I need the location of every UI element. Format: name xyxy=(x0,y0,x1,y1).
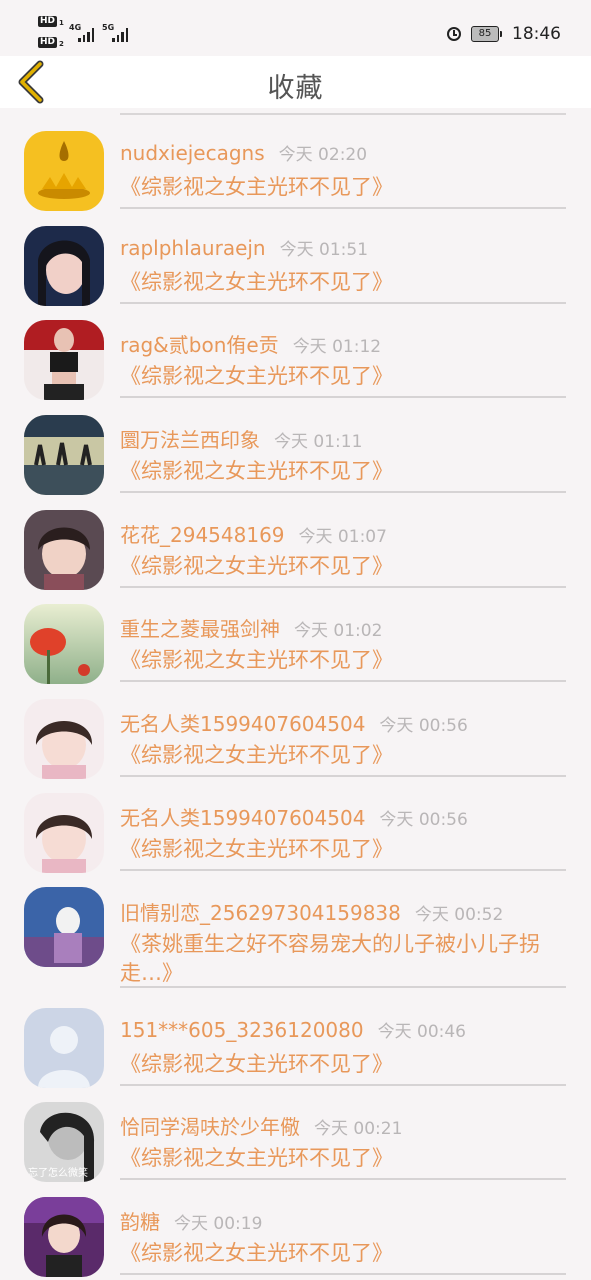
book-title[interactable]: 《综影视之女主光环不见了》 xyxy=(120,457,566,486)
sim1-hd-badge: HD 1 xyxy=(38,16,64,27)
user-name[interactable]: 151***605_3236120080 xyxy=(120,1018,364,1042)
item-header: raplphlauraejn 今天 01:51 xyxy=(120,235,368,260)
item-header: 无名人类1599407604504 今天 00:56 xyxy=(120,708,468,737)
book-title[interactable]: 《综影视之女主光环不见了》 xyxy=(120,646,566,675)
item-header: 韵糖 今天 00:19 xyxy=(120,1206,262,1235)
divider xyxy=(120,207,566,209)
divider xyxy=(120,775,566,777)
sim-index: 2 xyxy=(59,40,64,48)
avatar[interactable] xyxy=(24,510,104,590)
signal-group: HD 1 HD 2 4G 5G xyxy=(38,16,148,50)
item-time: 今天 00:19 xyxy=(174,1214,263,1234)
item-time: 今天 01:11 xyxy=(274,432,363,452)
book-title[interactable]: 《综影视之女主光环不见了》 xyxy=(120,1144,566,1173)
alarm-clock-icon xyxy=(447,27,461,41)
item-time: 今天 01:12 xyxy=(292,337,382,357)
user-name[interactable]: 韵糖 xyxy=(120,1210,160,1234)
book-title[interactable]: 《综影视之女主光环不见了》 xyxy=(120,835,566,864)
item-time: 今天 00:46 xyxy=(377,1022,466,1042)
divider xyxy=(120,1178,566,1180)
sim2-hd-badge: HD 2 xyxy=(38,37,64,48)
battery-level: 85 xyxy=(471,26,499,42)
divider xyxy=(120,869,566,871)
sim-index: 1 xyxy=(59,19,64,27)
item-header: 圜万法兰西印象 今天 01:11 xyxy=(120,424,362,453)
book-title[interactable]: 《综影视之女主光环不见了》 xyxy=(120,173,566,202)
status-right: 85 18:46 xyxy=(447,20,561,48)
item-time: 今天 00:56 xyxy=(379,716,468,736)
user-name[interactable]: 恰同学渴呋於少年儆 xyxy=(120,1115,300,1139)
user-name[interactable]: 重生之菱最强剑神 xyxy=(120,617,280,641)
divider xyxy=(120,680,566,682)
item-header: 恰同学渴呋於少年儆 今天 00:21 xyxy=(120,1111,402,1140)
avatar[interactable] xyxy=(24,320,104,400)
avatar[interactable] xyxy=(24,887,104,967)
avatar-caption: 忘了怎么微笑 xyxy=(28,1168,88,1179)
user-name[interactable]: 圜万法兰西印象 xyxy=(120,428,260,452)
book-title[interactable]: 《综影视之女主光环不见了》 xyxy=(120,1239,566,1268)
signal-bars-icon xyxy=(112,24,128,42)
user-name[interactable]: 无名人类1599407604504 xyxy=(120,712,365,736)
divider xyxy=(120,586,566,588)
book-title[interactable]: 《茶姚重生之好不容易宠大的儿子被小儿子拐走…》 xyxy=(120,930,566,988)
item-time: 今天 01:02 xyxy=(294,621,383,641)
book-title[interactable]: 《综影视之女主光环不见了》 xyxy=(120,362,566,391)
page-title: 收藏 xyxy=(267,73,324,104)
item-time: 今天 01:51 xyxy=(279,240,369,260)
battery-icon: 85 xyxy=(471,26,502,42)
item-header: 花花_294548169 今天 01:07 xyxy=(120,519,387,548)
item-time: 今天 02:20 xyxy=(278,145,368,165)
divider xyxy=(120,491,566,493)
divider xyxy=(120,113,566,115)
book-title[interactable]: 《综影视之女主光环不见了》 xyxy=(120,1050,566,1079)
avatar[interactable] xyxy=(24,604,104,684)
avatar[interactable] xyxy=(24,1197,104,1277)
chevron-left-icon xyxy=(18,60,44,104)
item-header: 旧情别恋_256297304159838 今天 00:52 xyxy=(120,897,503,926)
book-title[interactable]: 《综影视之女主光环不见了》 xyxy=(120,741,566,770)
book-title[interactable]: 《综影视之女主光环不见了》 xyxy=(120,268,566,297)
avatar[interactable] xyxy=(24,131,104,211)
item-time: 今天 00:21 xyxy=(314,1119,403,1139)
user-name[interactable]: 旧情别恋_256297304159838 xyxy=(120,901,401,925)
avatar[interactable] xyxy=(24,226,104,306)
divider xyxy=(120,396,566,398)
divider xyxy=(120,1084,566,1086)
user-name[interactable]: 花花_294548169 xyxy=(120,523,285,547)
divider xyxy=(120,1273,566,1275)
user-name[interactable]: 无名人类1599407604504 xyxy=(120,806,365,830)
back-button[interactable] xyxy=(14,60,54,104)
item-header: nudxiejecagns 今天 02:20 xyxy=(120,140,367,165)
signal-bars-icon xyxy=(78,24,94,42)
avatar[interactable] xyxy=(24,415,104,495)
status-time: 18:46 xyxy=(512,24,561,44)
user-name[interactable]: rag&贰bon侑e贡 xyxy=(120,333,279,357)
status-bar: HD 1 HD 2 4G 5G 85 18:46 xyxy=(0,0,591,56)
title-bar: 收藏 xyxy=(0,56,591,108)
divider xyxy=(120,302,566,304)
divider xyxy=(120,986,566,988)
item-header: 无名人类1599407604504 今天 00:56 xyxy=(120,802,468,831)
item-header: 重生之菱最强剑神 今天 01:02 xyxy=(120,613,382,642)
item-time: 今天 00:52 xyxy=(414,905,504,925)
item-header: 151***605_3236120080 今天 00:46 xyxy=(120,1017,466,1042)
item-time: 今天 00:56 xyxy=(379,810,468,830)
avatar[interactable] xyxy=(24,699,104,779)
book-title[interactable]: 《综影视之女主光环不见了》 xyxy=(120,552,566,581)
avatar[interactable] xyxy=(24,793,104,873)
item-header: rag&贰bon侑e贡 今天 01:12 xyxy=(120,329,381,358)
user-name[interactable]: nudxiejecagns xyxy=(120,141,265,165)
user-name[interactable]: raplphlauraejn xyxy=(120,236,266,260)
item-time: 今天 01:07 xyxy=(298,527,387,547)
avatar[interactable]: 忘了怎么微笑 xyxy=(24,1102,104,1182)
avatar[interactable] xyxy=(24,1008,104,1088)
